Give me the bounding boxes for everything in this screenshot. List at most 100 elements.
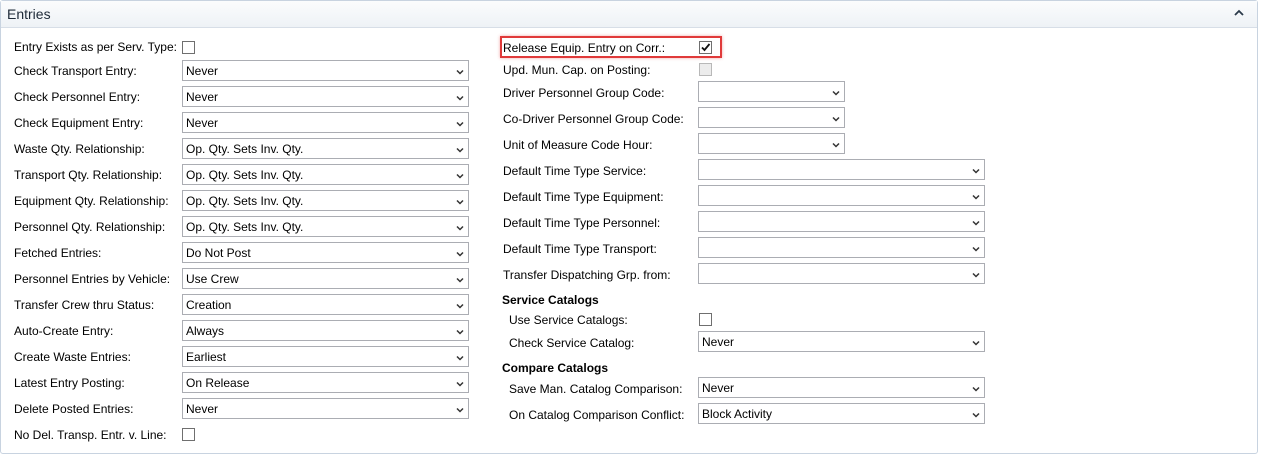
chevron-down-icon: [971, 191, 981, 201]
checkmark-icon: [701, 43, 711, 52]
transport-qty-select[interactable]: Op. Qty. Sets Inv. Qty.: [182, 164, 469, 185]
select-value: Never: [186, 90, 219, 104]
equipment-qty-select[interactable]: Op. Qty. Sets Inv. Qty.: [182, 190, 469, 211]
panel-title: Entries: [7, 6, 51, 22]
chevron-down-icon: [455, 404, 465, 414]
select-value: Use Crew: [186, 272, 239, 286]
panel-header: Entries: [1, 1, 1257, 28]
time-transport-label: Default Time Type Transport:: [503, 242, 657, 256]
select-value: On Release: [186, 376, 250, 390]
auto-create-select[interactable]: Always: [182, 320, 469, 341]
time-service-label: Default Time Type Service:: [503, 164, 647, 178]
check-personnel-label: Check Personnel Entry:: [14, 90, 141, 104]
select-value: Block Activity: [702, 407, 773, 421]
chevron-down-icon: [455, 248, 465, 258]
select-value: Never: [186, 64, 219, 78]
select-value: Never: [702, 335, 735, 349]
chevron-down-icon: [971, 165, 981, 175]
latest-posting-select[interactable]: On Release: [182, 372, 469, 393]
select-value: Never: [702, 381, 735, 395]
use-service-catalogs-checkbox[interactable]: [699, 313, 712, 326]
transport-qty-label: Transport Qty. Relationship:: [14, 168, 163, 182]
chevron-down-icon: [455, 92, 465, 102]
save-man-catalog-select[interactable]: Never: [698, 377, 985, 398]
chevron-down-icon: [455, 196, 465, 206]
upd-mun-cap-label: Upd. Mun. Cap. on Posting:: [503, 63, 651, 77]
chevron-down-icon: [455, 352, 465, 362]
transfer-crew-select[interactable]: Creation: [182, 294, 469, 315]
no-del-transp-checkbox[interactable]: [182, 428, 195, 441]
driver-group-select[interactable]: [698, 81, 845, 102]
chevron-down-icon: [455, 378, 465, 388]
service-catalogs-heading: Service Catalogs: [502, 293, 599, 307]
uom-hour-select[interactable]: [698, 133, 845, 154]
no-del-transp-label: No Del. Transp. Entr. v. Line:: [14, 428, 167, 442]
time-service-select[interactable]: [698, 159, 985, 180]
chevron-down-icon: [831, 87, 841, 97]
codriver-group-label: Co-Driver Personnel Group Code:: [503, 112, 684, 126]
waste-qty-select[interactable]: Op. Qty. Sets Inv. Qty.: [182, 138, 469, 159]
check-equipment-select[interactable]: Never: [182, 112, 469, 133]
chevron-down-icon: [455, 326, 465, 336]
release-equip-label: Release Equip. Entry on Corr.:: [503, 41, 666, 55]
chevron-down-icon: [971, 243, 981, 253]
fetched-entries-select[interactable]: Do Not Post: [182, 242, 469, 263]
chevron-down-icon: [971, 383, 981, 393]
use-service-catalogs-label: Use Service Catalogs:: [509, 313, 628, 327]
transfer-crew-label: Transfer Crew thru Status:: [14, 298, 155, 312]
auto-create-label: Auto-Create Entry:: [14, 324, 114, 338]
time-transport-select[interactable]: [698, 237, 985, 258]
codriver-group-select[interactable]: [698, 107, 845, 128]
chevron-down-icon: [455, 66, 465, 76]
time-personnel-select[interactable]: [698, 211, 985, 232]
chevron-down-icon: [971, 269, 981, 279]
personnel-by-vehicle-label: Personnel Entries by Vehicle:: [14, 272, 171, 286]
select-value: Never: [186, 116, 219, 130]
personnel-by-vehicle-select[interactable]: Use Crew: [182, 268, 469, 289]
check-service-catalog-select[interactable]: Never: [698, 331, 985, 352]
catalog-conflict-label: On Catalog Comparison Conflict:: [509, 408, 685, 422]
check-equipment-label: Check Equipment Entry:: [14, 116, 144, 130]
transfer-dispatch-label: Transfer Dispatching Grp. from:: [503, 268, 671, 282]
waste-qty-label: Waste Qty. Relationship:: [14, 142, 145, 156]
create-waste-select[interactable]: Earliest: [182, 346, 469, 367]
chevron-down-icon: [455, 274, 465, 284]
chevron-down-icon: [971, 409, 981, 419]
select-value: Op. Qty. Sets Inv. Qty.: [186, 142, 304, 156]
latest-posting-label: Latest Entry Posting:: [14, 376, 125, 390]
personnel-qty-label: Personnel Qty. Relationship:: [14, 220, 166, 234]
chevron-down-icon: [831, 113, 841, 123]
select-value: Op. Qty. Sets Inv. Qty.: [186, 168, 304, 182]
uom-hour-label: Unit of Measure Code Hour:: [503, 138, 653, 152]
create-waste-label: Create Waste Entries:: [14, 350, 131, 364]
transfer-dispatch-select[interactable]: [698, 263, 985, 284]
check-service-catalog-label: Check Service Catalog:: [509, 336, 635, 350]
chevron-down-icon: [455, 300, 465, 310]
delete-posted-select[interactable]: Never: [182, 398, 469, 419]
chevron-down-icon: [455, 144, 465, 154]
entry-exists-label: Entry Exists as per Serv. Type:: [14, 40, 177, 54]
check-personnel-select[interactable]: Never: [182, 86, 469, 107]
driver-group-label: Driver Personnel Group Code:: [503, 86, 665, 100]
release-equip-checkbox[interactable]: [699, 41, 712, 54]
equipment-qty-label: Equipment Qty. Relationship:: [14, 194, 169, 208]
select-value: Earliest: [186, 350, 227, 364]
personnel-qty-select[interactable]: Op. Qty. Sets Inv. Qty.: [182, 216, 469, 237]
chevron-down-icon: [455, 118, 465, 128]
entry-exists-checkbox[interactable]: [182, 41, 195, 54]
catalog-conflict-select[interactable]: Block Activity: [698, 403, 985, 424]
select-value: Never: [186, 402, 219, 416]
compare-catalogs-heading: Compare Catalogs: [502, 361, 609, 375]
chevron-up-icon[interactable]: [1231, 5, 1247, 21]
chevron-down-icon: [831, 139, 841, 149]
check-transport-select[interactable]: Never: [182, 60, 469, 81]
chevron-down-icon: [971, 217, 981, 227]
select-value: Op. Qty. Sets Inv. Qty.: [186, 194, 304, 208]
chevron-down-icon: [455, 222, 465, 232]
time-equipment-select[interactable]: [698, 185, 985, 206]
delete-posted-label: Delete Posted Entries:: [14, 402, 134, 416]
check-transport-label: Check Transport Entry:: [14, 64, 137, 78]
time-equipment-label: Default Time Type Equipment:: [503, 190, 664, 204]
chevron-down-icon: [455, 170, 465, 180]
time-personnel-label: Default Time Type Personnel:: [503, 216, 661, 230]
